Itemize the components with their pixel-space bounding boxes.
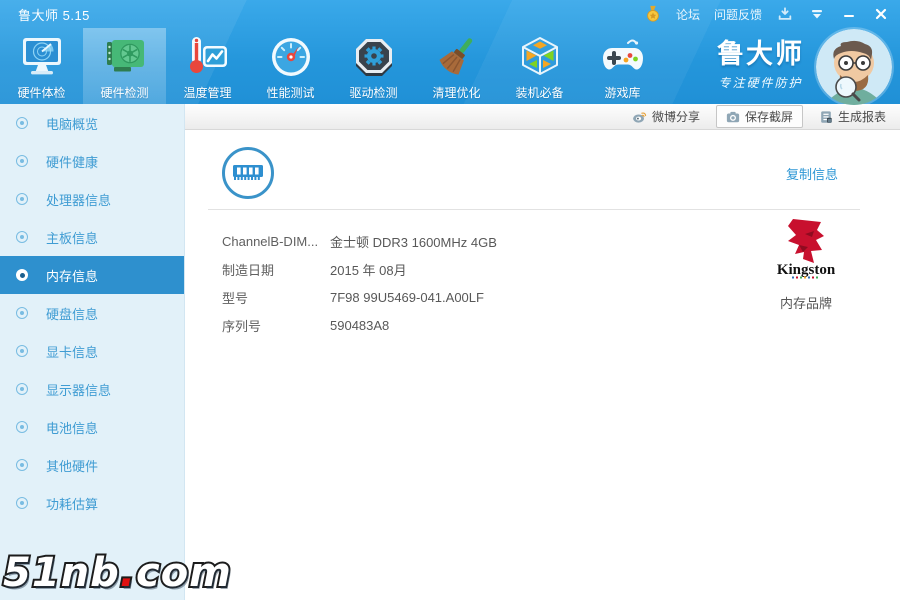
radio-icon — [16, 345, 28, 357]
tab-benchmark[interactable]: 性能测试 — [249, 28, 332, 104]
kingston-logo: Kingston — [775, 216, 837, 287]
radio-icon — [16, 307, 28, 319]
gear-octagon-icon — [350, 33, 398, 81]
titlebar: 鲁大师 5.15 论坛 问题反馈 — [0, 0, 900, 28]
copy-info-link[interactable]: 复制信息 — [786, 164, 838, 183]
row-label: 序列号 — [222, 318, 262, 334]
forum-link[interactable]: 论坛 — [676, 6, 700, 23]
brand-name: 鲁大师 — [717, 39, 804, 69]
tab-label: 驱动检测 — [349, 86, 398, 100]
tab-temperature[interactable]: 温度管理 — [166, 28, 249, 104]
app-window: 鲁大师 5.15 论坛 问题反馈 硬件体检 硬件检测 温度管理 性能测试 驱动检… — [0, 0, 900, 600]
tab-label: 游戏库 — [604, 86, 641, 100]
tab-label: 硬件体检 — [17, 86, 66, 100]
action-bar: 微博分享 保存截屏 生成报表 — [185, 104, 900, 130]
brand-block: 鲁大师 专注硬件防护 — [717, 28, 804, 104]
sidebar-item-computer-overview[interactable]: 电脑概览 — [0, 104, 184, 142]
save-screenshot-button[interactable]: 保存截屏 — [715, 105, 803, 128]
table-row: ChannelB-DIM... 金士顿 DDR3 1600MHz 4GB — [222, 227, 497, 255]
download-icon[interactable] — [776, 5, 794, 23]
sidebar-item-gpu-info[interactable]: 显卡信息 — [0, 332, 184, 370]
sidebar-item-motherboard-info[interactable]: 主板信息 — [0, 218, 184, 256]
row-label: ChannelB-DIM... — [222, 233, 319, 249]
medal-icon[interactable] — [644, 5, 662, 23]
row-value: 金士顿 DDR3 1600MHz 4GB — [330, 234, 497, 250]
row-value: 7F98 99U5469-041.A00LF — [330, 289, 484, 305]
tab-label: 清理优化 — [432, 86, 481, 100]
row-value: 590483A8 — [330, 317, 390, 333]
row-label: 制造日期 — [222, 262, 275, 278]
feedback-link[interactable]: 问题反馈 — [714, 6, 762, 23]
gpu-card-icon — [101, 33, 149, 81]
sidebar-item-memory-info[interactable]: 内存信息 — [0, 256, 184, 294]
weibo-icon — [633, 112, 647, 123]
table-row: 序列号 590483A8 — [222, 311, 497, 339]
radio-icon — [16, 497, 28, 509]
memory-info-panel: 复制信息 ChannelB-DIM... 金士顿 DDR3 1600MHz 4G… — [185, 130, 900, 600]
radio-icon — [16, 117, 28, 129]
camera-icon — [726, 111, 740, 122]
memory-module-icon — [222, 147, 274, 199]
main-toolbar: 硬件体检 硬件检测 温度管理 性能测试 驱动检测 清理优化 装机必备 游戏库 鲁… — [0, 28, 900, 104]
tab-driver-detect[interactable]: 驱动检测 — [332, 28, 415, 104]
sidebar-item-display-info[interactable]: 显示器信息 — [0, 370, 184, 408]
gamepad-icon — [599, 33, 647, 81]
table-row: 制造日期 2015 年 08月 — [222, 255, 497, 283]
sidebar-item-hardware-health[interactable]: 硬件健康 — [0, 142, 184, 180]
generate-report-button[interactable]: 生成报表 — [819, 108, 886, 125]
tab-hardware-detect[interactable]: 硬件检测 — [83, 28, 166, 104]
sidebar: 电脑概览 硬件健康 处理器信息 主板信息 内存信息 硬盘信息 显卡信息 显示器信… — [0, 104, 185, 600]
minimize-icon[interactable] — [840, 5, 858, 23]
radio-icon — [16, 383, 28, 395]
radio-icon — [16, 155, 28, 167]
broom-icon — [433, 33, 481, 81]
close-icon[interactable] — [872, 5, 890, 23]
radio-icon — [16, 193, 28, 205]
sidebar-item-disk-info[interactable]: 硬盘信息 — [0, 294, 184, 332]
tab-label: 性能测试 — [266, 86, 315, 100]
radio-icon-selected — [16, 269, 28, 281]
header: 鲁大师 5.15 论坛 问题反馈 硬件体检 硬件检测 温度管理 性能测试 驱动检… — [0, 0, 900, 105]
thermometer-chart-icon — [184, 33, 232, 81]
sidebar-item-battery-info[interactable]: 电池信息 — [0, 408, 184, 446]
brand-caption: 内存品牌 — [779, 296, 832, 311]
tab-hardware-checkup[interactable]: 硬件体检 — [0, 28, 83, 104]
sidebar-item-power-estimate[interactable]: 功耗估算 — [0, 484, 184, 522]
tab-cleanup[interactable]: 清理优化 — [415, 28, 498, 104]
row-value: 2015 年 08月 — [330, 262, 407, 278]
skin-icon[interactable] — [808, 5, 826, 23]
table-row: 型号 7F98 99U5469-041.A00LF — [222, 283, 497, 311]
tab-game-library[interactable]: 游戏库 — [581, 28, 664, 104]
cube-icon — [516, 33, 564, 81]
tab-essential-software[interactable]: 装机必备 — [498, 28, 581, 104]
sidebar-item-cpu-info[interactable]: 处理器信息 — [0, 180, 184, 218]
memory-brand-card: Kingston 内存品牌 — [768, 216, 844, 312]
tab-label: 装机必备 — [515, 86, 564, 100]
memory-info-table: ChannelB-DIM... 金士顿 DDR3 1600MHz 4GB 制造日… — [222, 227, 497, 339]
window-title: 鲁大师 5.15 — [18, 7, 90, 23]
tab-label: 温度管理 — [183, 86, 232, 100]
sidebar-item-other-hardware[interactable]: 其他硬件 — [0, 446, 184, 484]
row-label: 型号 — [222, 290, 249, 306]
divider — [208, 209, 860, 210]
weibo-share-button[interactable]: 微博分享 — [632, 108, 700, 125]
report-icon — [821, 110, 832, 123]
radio-icon — [16, 421, 28, 433]
mascot-avatar[interactable] — [816, 29, 892, 105]
radio-icon — [16, 231, 28, 243]
speed-gauge-icon — [267, 33, 315, 81]
svg-text:Kingston: Kingston — [777, 262, 836, 278]
brand-slogan: 专注硬件防护 — [718, 76, 803, 90]
monitor-checkup-icon — [18, 33, 66, 81]
radio-icon — [16, 459, 28, 471]
tab-label: 硬件检测 — [100, 86, 149, 100]
